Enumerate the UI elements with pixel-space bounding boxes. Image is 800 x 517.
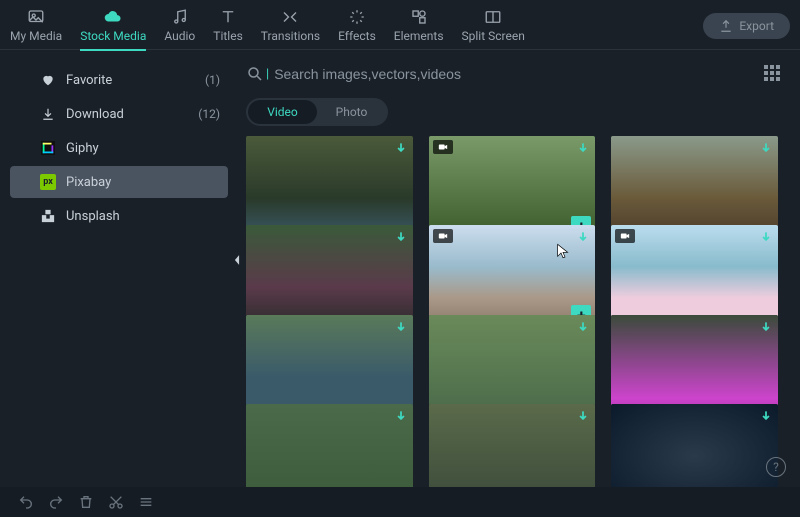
music-icon — [171, 8, 189, 26]
camera-badge-icon — [433, 140, 453, 154]
sidebar-item-favorite[interactable]: Favorite (1) — [0, 64, 238, 96]
titles-icon — [219, 8, 237, 26]
unsplash-icon — [40, 208, 56, 224]
heart-icon — [40, 72, 56, 88]
search-row: | — [246, 62, 782, 86]
sidebar-count: (1) — [205, 73, 220, 87]
download-icon[interactable] — [393, 319, 409, 335]
elements-icon — [410, 8, 428, 26]
tab-label: Effects — [338, 29, 376, 43]
grid-view-button[interactable] — [764, 65, 782, 83]
sidebar-item-giphy[interactable]: Giphy — [0, 132, 238, 164]
sidebar-label: Download — [66, 107, 198, 122]
download-icon[interactable] — [758, 319, 774, 335]
sidebar-label: Favorite — [66, 73, 205, 88]
tab-label: My Media — [10, 29, 62, 43]
download-icon[interactable] — [575, 229, 591, 245]
download-icon[interactable] — [393, 408, 409, 424]
download-icon[interactable] — [758, 140, 774, 156]
bottom-toolbar — [0, 487, 800, 517]
thumb-10[interactable] — [246, 404, 413, 487]
undo-button[interactable] — [18, 494, 34, 510]
pixabay-icon: px — [40, 174, 56, 190]
sidebar-count: (12) — [198, 107, 220, 121]
tab-label: Titles — [213, 29, 242, 43]
cloud-icon — [104, 8, 122, 26]
sidebar-label: Pixabay — [66, 175, 210, 190]
thumb-preview — [246, 404, 413, 487]
download-icon — [40, 106, 56, 122]
giphy-icon — [40, 140, 56, 156]
download-icon[interactable] — [758, 408, 774, 424]
tab-audio[interactable]: Audio — [164, 8, 195, 49]
tab-split-screen[interactable]: Split Screen — [462, 8, 525, 49]
tab-label: Elements — [394, 29, 444, 43]
export-label: Export — [739, 19, 774, 33]
download-icon[interactable] — [575, 140, 591, 156]
thumb-11[interactable] — [429, 404, 596, 487]
help-button[interactable]: ? — [766, 457, 786, 477]
thumb-preview — [429, 404, 596, 487]
export-icon — [719, 19, 733, 33]
toggle-photo[interactable]: Photo — [317, 100, 386, 124]
thumb-12[interactable] — [611, 404, 778, 487]
search-icon — [246, 65, 264, 83]
tab-stock-media[interactable]: Stock Media — [80, 8, 146, 51]
tab-titles[interactable]: Titles — [213, 8, 242, 49]
sidebar-item-download[interactable]: Download (12) — [0, 98, 238, 130]
sidebar-item-pixabay[interactable]: px Pixabay — [10, 166, 228, 198]
sidebar-item-unsplash[interactable]: Unsplash — [0, 200, 238, 232]
sidebar-label: Giphy — [66, 141, 220, 156]
search-cursor: | — [266, 67, 269, 82]
cut-button[interactable] — [108, 494, 124, 510]
tab-label: Audio — [164, 29, 195, 43]
tab-label: Stock Media — [80, 29, 146, 43]
main-area: Favorite (1) Download (12) Giphy px Pixa… — [0, 50, 800, 487]
top-tab-bar: My Media Stock Media Audio Titles Transi… — [0, 0, 800, 50]
download-icon[interactable] — [575, 319, 591, 335]
download-icon[interactable] — [393, 140, 409, 156]
sidebar-label: Unsplash — [66, 209, 220, 224]
effects-icon — [348, 8, 366, 26]
download-icon[interactable] — [575, 408, 591, 424]
tab-effects[interactable]: Effects — [338, 8, 376, 49]
tab-elements[interactable]: Elements — [394, 8, 444, 49]
tab-my-media[interactable]: My Media — [10, 8, 62, 49]
download-icon[interactable] — [393, 229, 409, 245]
camera-badge-icon — [433, 229, 453, 243]
sidebar: Favorite (1) Download (12) Giphy px Pixa… — [0, 50, 238, 487]
redo-button[interactable] — [48, 494, 64, 510]
tab-label: Transitions — [261, 29, 320, 43]
thumb-preview — [611, 404, 778, 487]
menu-button[interactable] — [138, 494, 154, 510]
export-button[interactable]: Export — [703, 13, 790, 39]
content-panel: | Video Photo ++ — [238, 50, 800, 487]
toggle-video[interactable]: Video — [248, 100, 317, 124]
tab-transitions[interactable]: Transitions — [261, 8, 320, 49]
collapse-sidebar-button[interactable] — [232, 250, 242, 270]
video-badge-icon — [615, 229, 635, 243]
thumbnail-grid[interactable]: ++ — [246, 136, 782, 487]
search-input[interactable] — [270, 62, 754, 86]
split-screen-icon — [484, 8, 502, 26]
transitions-icon — [281, 8, 299, 26]
delete-button[interactable] — [78, 494, 94, 510]
search-wrap: | — [246, 62, 754, 86]
media-type-toggle: Video Photo — [246, 98, 388, 126]
image-icon — [27, 8, 45, 26]
tab-label: Split Screen — [462, 29, 525, 43]
download-icon[interactable] — [758, 229, 774, 245]
